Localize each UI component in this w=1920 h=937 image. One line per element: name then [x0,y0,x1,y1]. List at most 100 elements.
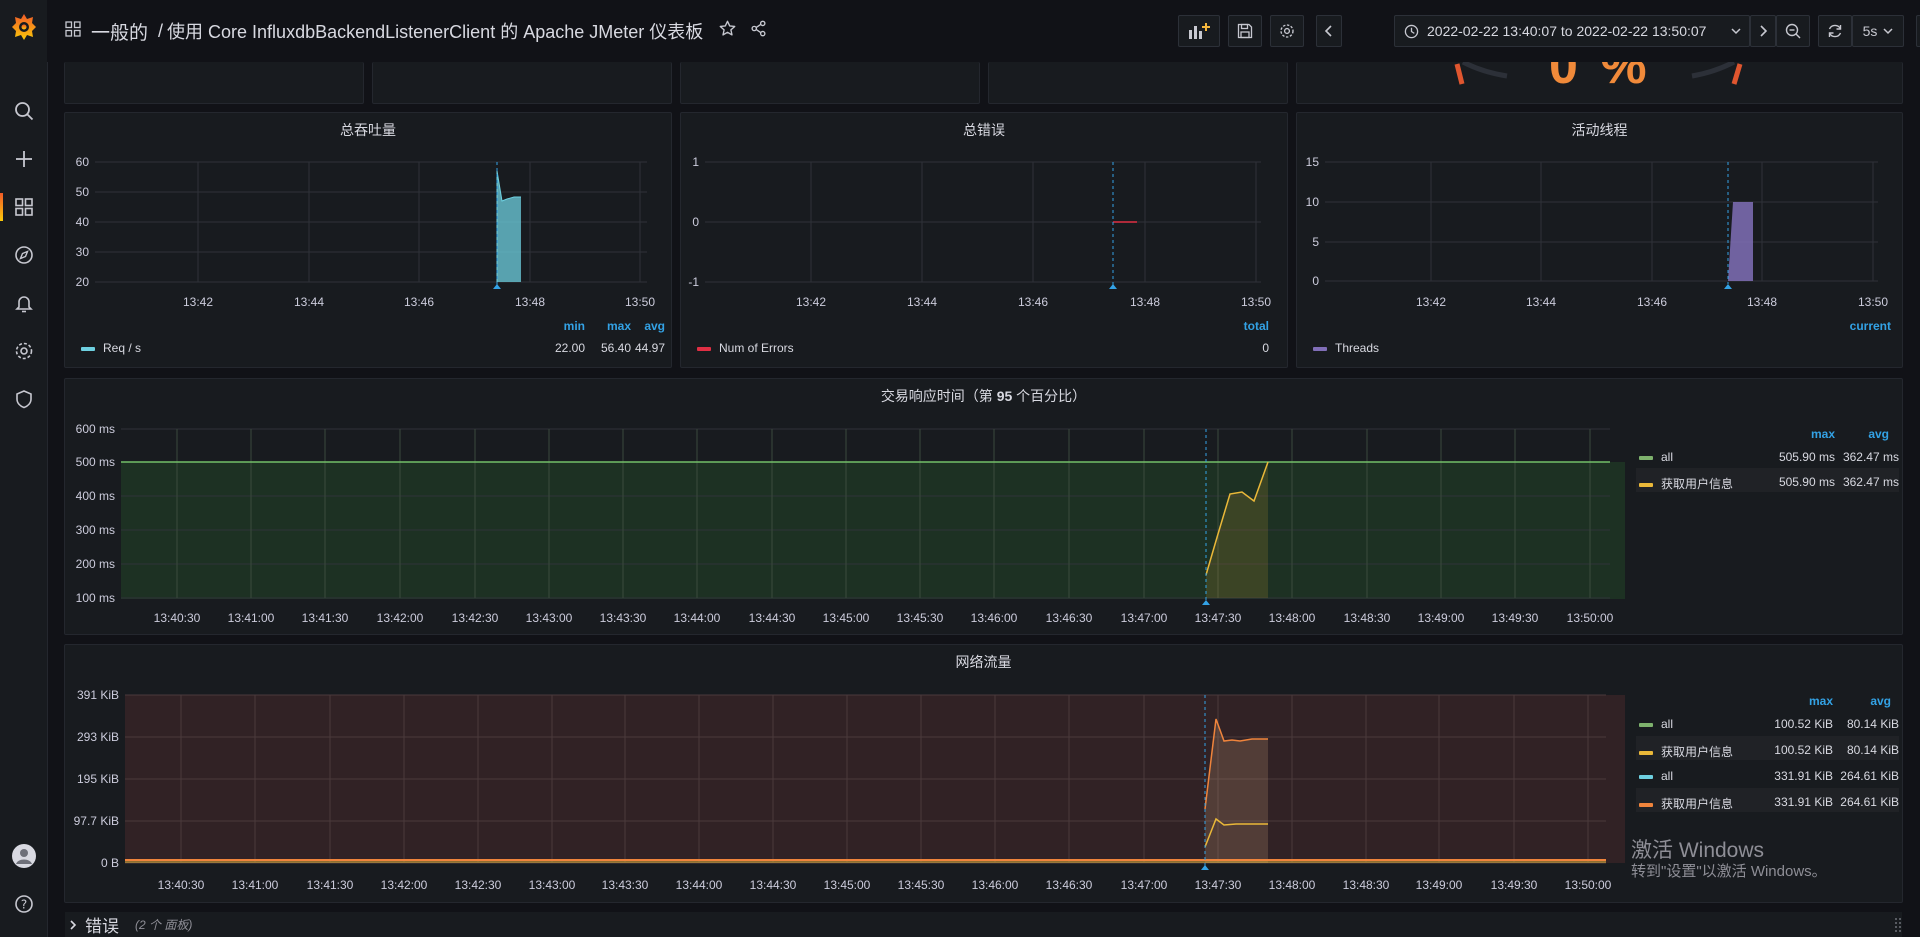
legend-avg: 264.61 KiB [1840,769,1899,783]
x-tick: 13:47:00 [1121,611,1168,625]
row-panel-count: (2 个 面板) [135,918,193,932]
x-tick: 13:45:00 [824,878,871,892]
collapsed-row-errors[interactable]: 错误 (2 个 面板) [65,912,1902,937]
response-time-panel[interactable]: 交易响应时间（第 95 个百分比） 600 ms 500 ms 400 ms 3… [64,378,1903,635]
chevron-right-icon[interactable] [69,919,77,931]
save-dashboard-button[interactable] [1228,15,1262,47]
y-tick: 5 [1312,235,1319,249]
search-icon[interactable] [0,91,47,131]
legend-item[interactable]: Req / s [81,341,141,355]
y-tick: 400 ms [76,489,115,503]
errors-panel[interactable]: 总错误 1 0 -1 13:42 13:44 13:46 13:48 13:50… [680,112,1288,368]
y-tick: 195 KiB [77,772,119,786]
settings-icon[interactable] [0,331,47,371]
legend-header-max[interactable]: max [1765,427,1835,441]
tv-mode-button[interactable] [1916,15,1920,47]
time-back-button[interactable] [1316,15,1342,47]
legend-max: 100.52 KiB [1774,743,1833,757]
chevron-down-icon [1731,27,1741,35]
time-forward-button[interactable] [1750,15,1776,47]
dashboards-icon [65,20,81,42]
legend-avg: 80.14 KiB [1846,717,1899,731]
drag-handle-icon[interactable] [1894,917,1902,933]
x-tick: 13:44:00 [676,878,723,892]
breadcrumb-folder[interactable]: 一般的 [91,18,148,45]
legend-header-current[interactable]: current [1827,319,1891,333]
grafana-logo-icon[interactable] [0,5,47,49]
legend-item[interactable]: 获取用户信息 [1639,743,1733,760]
x-tick: 13:48 [1130,295,1160,309]
x-tick: 13:42:30 [455,878,502,892]
alerting-icon[interactable] [0,283,47,323]
legend-swatch [1639,455,1653,460]
legend-header-max[interactable]: max [593,319,631,333]
legend-label: all [1661,769,1674,783]
x-tick: 13:49:30 [1491,878,1538,892]
legend-max: 331.91 KiB [1774,769,1833,783]
legend-avg: 80.14 KiB [1846,743,1899,757]
gauge-panel-partial: 0 % [1296,62,1903,104]
threads-panel[interactable]: 活动线程 15 10 5 0 13:42 13:44 13:46 13:48 1… [1296,112,1903,368]
time-range-picker[interactable]: 2022-02-22 13:40:07 to 2022-02-22 13:50:… [1394,15,1750,47]
windows-activation-watermark: 激活 Windows 转到"设置"以激活 Windows。 [1631,838,1827,881]
x-tick: 13:43:30 [602,878,649,892]
x-tick: 13:41:00 [228,611,275,625]
y-tick: 1 [692,155,699,169]
help-icon[interactable]: ? [0,884,47,924]
add-panel-button[interactable] [1178,15,1220,47]
legend-label: all [1661,717,1674,731]
legend-swatch [1639,722,1653,727]
plus-icon[interactable] [0,139,47,179]
clock-icon [1404,24,1419,39]
legend-header-max[interactable]: max [1765,694,1833,708]
avatar[interactable] [0,836,47,876]
legend-item[interactable]: all [1639,717,1673,731]
legend-label: 获取用户信息 [1661,477,1734,491]
star-icon[interactable] [719,20,736,42]
legend-header-avg[interactable]: avg [1835,427,1889,441]
x-tick: 13:44:00 [674,611,721,625]
explore-icon[interactable] [0,235,47,275]
legend-item[interactable]: Num of Errors [697,341,794,355]
zoom-out-button[interactable] [1776,15,1810,47]
dashboard-settings-button[interactable] [1270,15,1304,47]
legend-header-avg[interactable]: avg [1833,694,1891,708]
network-traffic-panel[interactable]: 网络流量 391 KiB 293 KiB 195 KiB 97.7 KiB 0 … [64,644,1903,903]
x-tick: 13:49:00 [1418,611,1465,625]
legend-item[interactable]: all [1639,769,1673,783]
legend-item[interactable]: all [1639,450,1673,464]
response-time-chart: 600 ms 500 ms 400 ms 300 ms 200 ms 100 m… [76,422,1625,625]
legend-item[interactable]: Threads [1313,341,1379,355]
x-tick: 13:48:30 [1344,611,1391,625]
share-icon[interactable] [750,20,767,42]
dashboard-title[interactable]: 使用 Core InfluxdbBackendListenerClient 的 … [167,18,703,44]
y-tick: 100 ms [76,591,115,605]
refresh-icon [1828,24,1842,38]
legend-label: Threads [1335,341,1380,355]
legend-min: 22.00 [554,341,585,355]
x-tick: 13:48:00 [1269,878,1316,892]
throughput-panel[interactable]: 总吞吐量 60 50 40 30 20 13:42 13:44 13:46 13… [64,112,672,368]
x-tick: 13:44:30 [749,611,796,625]
refresh-button[interactable] [1818,15,1852,47]
x-tick: 13:43:00 [526,611,573,625]
top-navbar: 一般的 / 使用 Core InfluxdbBackendListenerCli… [47,0,1920,62]
row-title[interactable]: 错误 [85,912,119,937]
chevron-down-icon [1883,28,1893,35]
dashboards-icon[interactable] [0,187,47,227]
legend-header-total[interactable]: total [1221,319,1269,333]
legend-avg: 264.61 KiB [1840,795,1899,809]
x-tick: 13:48 [1747,295,1777,309]
shield-icon[interactable] [0,379,47,419]
legend-item[interactable]: 获取用户信息 [1639,475,1733,492]
y-tick: 391 KiB [77,688,119,702]
x-tick: 13:47:00 [1121,878,1168,892]
legend-header-avg[interactable]: avg [631,319,665,333]
legend-header-min[interactable]: min [525,319,585,333]
y-tick: 0 B [101,856,119,870]
legend-item[interactable]: 获取用户信息 [1639,795,1733,812]
x-tick: 13:42 [1416,295,1446,309]
x-tick: 13:45:00 [823,611,870,625]
refresh-interval-picker[interactable]: 5s [1852,15,1904,47]
add-panel-icon [1189,23,1210,39]
